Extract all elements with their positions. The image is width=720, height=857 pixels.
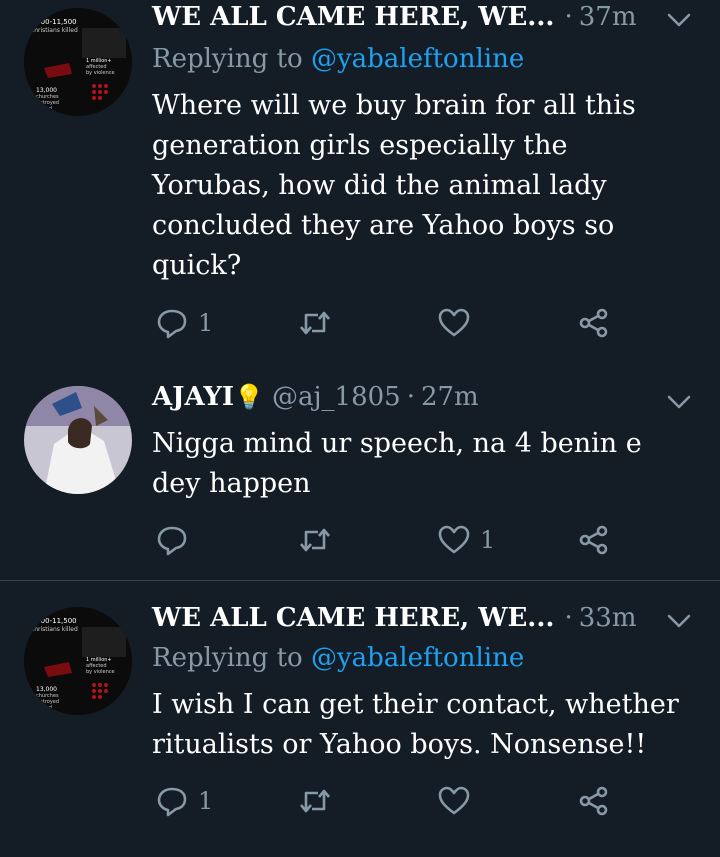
tweet-text: Nigga mind ur speech, na 4 benin e dey h… bbox=[152, 428, 642, 499]
reply-count: 1 bbox=[198, 787, 214, 815]
chevron-down-icon[interactable] bbox=[666, 10, 692, 30]
replying-handle-link[interactable]: @yabaleftonline bbox=[311, 643, 524, 673]
replying-to: Replying to @yabaleftonline bbox=[152, 44, 524, 74]
replying-handle-link[interactable]: @yabaleftonline bbox=[311, 44, 524, 74]
svg-text:,000-11,500: ,000-11,500 bbox=[34, 617, 77, 625]
timestamp[interactable]: 37m bbox=[579, 2, 637, 32]
like-icon bbox=[438, 525, 470, 554]
svg-text:ioned: ioned bbox=[38, 705, 52, 711]
svg-text:13,000: 13,000 bbox=[36, 686, 57, 693]
like-icon bbox=[438, 786, 470, 815]
svg-text:Christians killed: Christians killed bbox=[30, 626, 78, 633]
share-button[interactable] bbox=[578, 305, 610, 341]
replying-prefix: Replying to bbox=[152, 643, 303, 673]
separator-dot: · bbox=[564, 603, 573, 633]
chevron-down-icon[interactable] bbox=[666, 611, 692, 631]
share-button[interactable] bbox=[578, 522, 610, 558]
timestamp[interactable]: 33m bbox=[579, 603, 637, 633]
tweet-1[interactable]: ,000-11,500 Christians killed 1 million+… bbox=[0, 0, 720, 360]
chevron-down-icon[interactable] bbox=[666, 392, 692, 412]
share-icon bbox=[579, 786, 608, 816]
tweet-text: Where will we buy brain for all this gen… bbox=[152, 90, 636, 281]
tweet-header: AJAYI 💡 @aj_1805 · 27m bbox=[152, 382, 720, 418]
reply-button[interactable] bbox=[156, 522, 198, 558]
like-button[interactable] bbox=[438, 783, 480, 819]
share-icon bbox=[579, 308, 608, 338]
retweet-button[interactable] bbox=[298, 305, 342, 341]
tweet-header: WE ALL CAME HERE, WE... · 33m bbox=[152, 603, 720, 639]
retweet-button[interactable] bbox=[298, 522, 342, 558]
like-button[interactable] bbox=[438, 305, 480, 341]
reply-button[interactable]: 1 bbox=[156, 305, 213, 341]
user-handle[interactable]: @aj_1805 bbox=[272, 382, 401, 412]
lightbulb-icon: 💡 bbox=[234, 383, 264, 411]
svg-text:by violence: by violence bbox=[86, 70, 115, 76]
replying-prefix: Replying to bbox=[152, 44, 303, 74]
like-button[interactable]: 1 bbox=[438, 522, 495, 558]
share-icon bbox=[579, 525, 608, 555]
display-name[interactable]: AJAYI bbox=[152, 382, 234, 412]
timestamp[interactable]: 27m bbox=[421, 382, 479, 412]
tweet-3[interactable]: ,000-11,500 Christians killed 1 million+… bbox=[0, 581, 720, 857]
tweet-actions: 1 bbox=[152, 522, 632, 558]
avatar[interactable] bbox=[24, 386, 132, 494]
like-icon bbox=[438, 308, 470, 337]
svg-text:,000-11,500: ,000-11,500 bbox=[34, 18, 77, 26]
reply-button[interactable]: 1 bbox=[156, 783, 213, 819]
tweet-text: I wish I can get their contact, whether … bbox=[152, 689, 679, 760]
retweet-icon bbox=[300, 789, 330, 813]
svg-text:13,000: 13,000 bbox=[36, 87, 57, 94]
like-count: 1 bbox=[480, 526, 496, 554]
tweet-header: WE ALL CAME HERE, WE... · 37m bbox=[152, 2, 720, 38]
reply-count: 1 bbox=[198, 309, 214, 337]
reply-icon bbox=[157, 787, 187, 817]
avatar[interactable]: ,000-11,500 Christians killed 1 million+… bbox=[24, 607, 132, 715]
svg-text:by violence: by violence bbox=[86, 669, 115, 675]
separator-dot: · bbox=[564, 2, 573, 32]
svg-text:ioned: ioned bbox=[38, 106, 52, 112]
replying-to: Replying to @yabaleftonline bbox=[152, 643, 524, 673]
separator-dot: · bbox=[406, 382, 415, 412]
share-button[interactable] bbox=[578, 783, 610, 819]
display-name[interactable]: WE ALL CAME HERE, WE... bbox=[152, 2, 554, 32]
avatar[interactable]: ,000-11,500 Christians killed 1 million+… bbox=[24, 8, 132, 116]
display-name[interactable]: WE ALL CAME HERE, WE... bbox=[152, 603, 554, 633]
retweet-icon bbox=[300, 311, 330, 335]
svg-text:Christians killed: Christians killed bbox=[30, 27, 78, 34]
tweet-actions: 1 bbox=[152, 783, 632, 819]
tweet-2[interactable]: AJAYI 💡 @aj_1805 · 27m Nigga mind ur spe… bbox=[0, 360, 720, 580]
retweet-button[interactable] bbox=[298, 783, 342, 819]
reply-icon bbox=[157, 309, 187, 339]
retweet-icon bbox=[300, 528, 330, 552]
reply-icon bbox=[157, 526, 187, 556]
tweet-actions: 1 bbox=[152, 305, 632, 341]
